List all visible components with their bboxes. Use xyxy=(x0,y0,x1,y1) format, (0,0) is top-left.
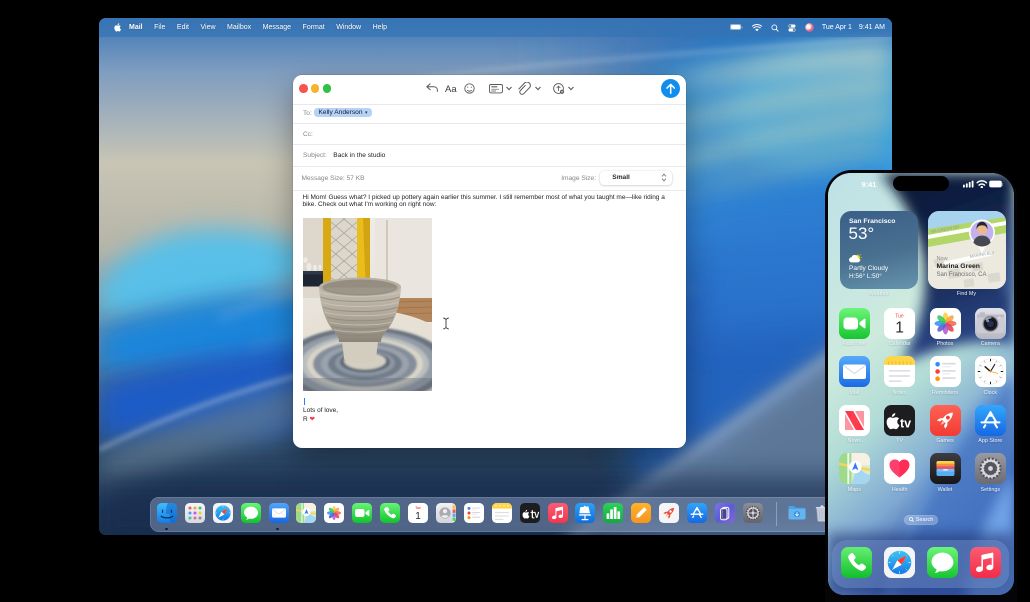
svg-text:Tue: Tue xyxy=(415,506,421,510)
svg-text:Aa: Aa xyxy=(445,84,457,95)
svg-text:1: 1 xyxy=(415,511,421,522)
svg-text:tv: tv xyxy=(900,416,911,430)
svg-text:1: 1 xyxy=(895,319,904,336)
svg-text:Tue: Tue xyxy=(895,313,904,319)
